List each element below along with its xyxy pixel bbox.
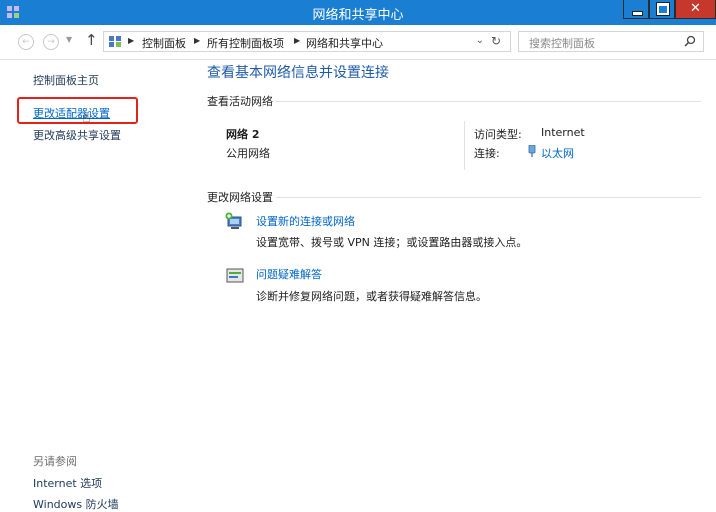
title-bar: 网络和共享中心 (0, 0, 716, 25)
search-input[interactable]: 搜索控制面板 (529, 35, 595, 51)
troubleshoot-icon (226, 268, 244, 283)
control-panel-home-link[interactable]: 控制面板主页 (33, 72, 99, 88)
troubleshoot-problems-desc: 诊断并修复网络问题，或者获得疑难解答信息。 (256, 290, 487, 303)
connections-label: 连接: (474, 147, 500, 160)
access-type-label: 访问类型: (474, 128, 522, 141)
search-box[interactable]: 搜索控制面板 (518, 31, 704, 52)
window-title: 网络和共享中心 (312, 8, 404, 23)
back-button[interactable]: ← (18, 34, 34, 50)
page-title: 查看基本网络信息并设置连接 (207, 65, 389, 81)
see-also-heading: 另请参阅 (33, 455, 77, 468)
new-connection-icon (225, 212, 242, 229)
vertical-divider (464, 121, 465, 170)
access-type-value: Internet (541, 126, 585, 139)
breadcrumb-control-panel[interactable]: 控制面板 (142, 35, 186, 51)
recent-locations-icon[interactable]: ▼ (66, 35, 72, 44)
change-settings-heading: 更改网络设置 (207, 191, 273, 204)
maximize-button[interactable] (649, 0, 675, 19)
chevron-down-icon[interactable]: ⌄ (476, 35, 484, 46)
up-button[interactable]: ↑ (85, 31, 98, 49)
ethernet-icon (528, 145, 536, 157)
ethernet-connection-link[interactable]: 以太网 (541, 145, 574, 161)
breadcrumb-all-items[interactable]: 所有控制面板项 (207, 35, 284, 51)
minimize-button[interactable] (623, 0, 649, 19)
troubleshoot-problems-link[interactable]: 问题疑难解答 (256, 266, 322, 282)
close-button[interactable] (675, 0, 716, 19)
hand-cursor-icon: ☝ (82, 110, 91, 126)
setup-new-connection-link[interactable]: 设置新的连接或网络 (256, 213, 355, 229)
change-advanced-sharing-link[interactable]: 更改高级共享设置 (33, 127, 121, 143)
active-networks-heading: 查看活动网络 (207, 95, 273, 108)
network-name: 网络 2 (226, 128, 260, 141)
section-divider (276, 101, 701, 102)
section-divider (276, 197, 701, 198)
windows-firewall-link[interactable]: Windows 防火墙 (33, 496, 119, 512)
internet-options-link[interactable]: Internet 选项 (33, 475, 102, 491)
refresh-icon[interactable]: ↻ (491, 34, 501, 48)
forward-button[interactable]: → (43, 34, 59, 50)
search-icon[interactable] (684, 35, 696, 47)
highlight-box (17, 97, 138, 124)
chevron-right-icon[interactable]: ▶ (128, 36, 134, 45)
setup-new-connection-desc: 设置宽带、拨号或 VPN 连接；或设置路由器或接入点。 (256, 236, 528, 249)
control-panel-icon (109, 36, 121, 47)
chevron-right-icon[interactable]: ▶ (294, 36, 300, 45)
network-category-link[interactable]: 公用网络 (226, 145, 270, 161)
navigation-bar: ← → ▼ ↑ ▶ 控制面板 ▶ 所有控制面板项 ▶ 网络和共享中心 ⌄ ↻ 搜… (0, 25, 716, 60)
chevron-right-icon[interactable]: ▶ (194, 36, 200, 45)
address-bar[interactable]: ▶ 控制面板 ▶ 所有控制面板项 ▶ 网络和共享中心 ⌄ ↻ (103, 31, 511, 52)
breadcrumb-network-center[interactable]: 网络和共享中心 (306, 35, 383, 51)
